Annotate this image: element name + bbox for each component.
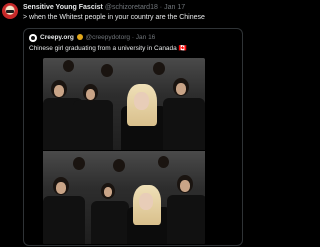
tweet-text: > when the Whitest people in your countr… [23, 14, 205, 21]
graduate-face [104, 187, 112, 197]
photo-panel-bottom [43, 151, 205, 244]
display-name[interactable]: Sensitive Young Fascist [23, 4, 103, 11]
quoted-tweet-text: Chinese girl graduating from a universit… [29, 45, 187, 52]
graduate-face [176, 83, 186, 95]
graduate-figure [167, 195, 205, 244]
graduate-face [54, 85, 64, 97]
graduate-head [73, 157, 85, 170]
graduate-figure [91, 201, 129, 244]
avatar[interactable] [2, 3, 18, 19]
graduate-head [158, 156, 169, 168]
graduate-head [101, 64, 113, 77]
quoted-header: Creepy.org @creepydotorg · Jan 16 [40, 33, 155, 43]
quoted-handle-and-date[interactable]: @creepydotorg · Jan 16 [85, 34, 155, 41]
verified-badge-icon [76, 34, 83, 40]
graduate-face [139, 193, 153, 210]
graduate-figure [163, 98, 205, 151]
tweet-header: Sensitive Young Fascist @schizoretard18 … [23, 3, 185, 13]
quoted-display-name[interactable]: Creepy.org [40, 34, 74, 41]
graduate-face [56, 182, 66, 194]
photo-panel-top [43, 58, 205, 151]
quoted-avatar[interactable] [29, 34, 37, 42]
graduate-face [134, 92, 149, 110]
graduate-face [180, 180, 190, 192]
graduate-figure [43, 196, 85, 244]
graduate-head [63, 60, 74, 72]
handle-and-date[interactable]: @schizoretard18 · Jan 17 [105, 4, 185, 11]
tweet[interactable]: Sensitive Young Fascist @schizoretard18 … [0, 0, 250, 247]
graduate-figure [73, 100, 113, 151]
graduation-photo[interactable] [43, 58, 205, 244]
graduate-face [86, 89, 95, 100]
graduate-head [153, 62, 165, 75]
graduate-head [113, 159, 125, 172]
